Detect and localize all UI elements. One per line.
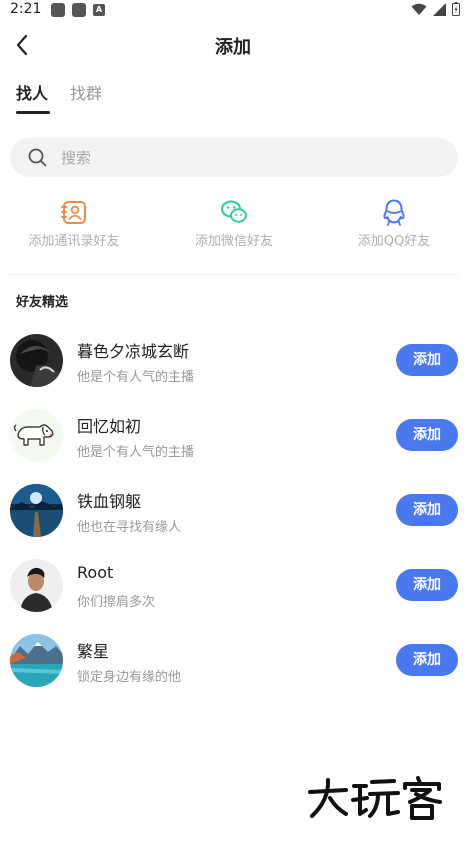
friend-subtitle: 他也在寻找有缘人 — [77, 520, 182, 535]
tab-label: 找群 — [70, 84, 103, 103]
search-input[interactable]: 搜索 — [10, 138, 458, 177]
friend-name: 繁星 — [77, 642, 110, 661]
watermark-logo — [308, 776, 442, 820]
avatar[interactable] — [10, 559, 63, 612]
notification-icon — [51, 3, 65, 17]
search-icon — [28, 148, 47, 167]
notification-icons: A — [51, 3, 105, 17]
contacts-icon — [61, 201, 86, 224]
avatar[interactable] — [10, 634, 63, 687]
friend-subtitle: 锁定身边有缘的他 — [77, 670, 182, 685]
system-icons — [411, 2, 460, 16]
tab-find-people[interactable]: 找人 — [16, 80, 50, 114]
divider — [10, 274, 458, 275]
friend-subtitle: 他是个有人气的主播 — [77, 370, 195, 385]
tab-active-indicator — [16, 111, 50, 114]
add-button[interactable]: 添加 — [396, 419, 458, 451]
add-button[interactable]: 添加 — [396, 344, 458, 376]
keyboard-notification-icon: A — [93, 4, 105, 16]
section-title: 好友精选 — [16, 295, 69, 310]
add-wechat-button[interactable]: 添加微信好友 — [154, 198, 314, 249]
tab-label: 找人 — [16, 84, 49, 103]
quick-action-label: 添加微信好友 — [194, 234, 273, 249]
friend-name: 铁血钢躯 — [77, 492, 142, 511]
list-item[interactable]: 暮色夕凉城玄断 他是个有人气的主播 添加 — [0, 330, 466, 405]
page-title: 添加 — [215, 37, 251, 58]
status-time: 2:21 — [10, 1, 42, 17]
qq-icon — [383, 199, 405, 226]
tab-find-groups[interactable]: 找群 — [70, 80, 102, 114]
friend-name: 暮色夕凉城玄断 — [77, 342, 190, 361]
list-item[interactable]: 回忆如初 他是个有人气的主播 添加 — [0, 405, 466, 480]
list-item[interactable]: 繁星 锁定身边有缘的他 添加 — [0, 630, 466, 705]
quick-action-label: 添加通讯录好友 — [28, 234, 120, 249]
friend-name: Root — [77, 563, 114, 582]
battery-icon — [452, 2, 460, 16]
status-bar: 2:21 A — [0, 0, 466, 20]
friend-subtitle: 你们擦肩多次 — [77, 595, 156, 610]
friend-subtitle: 他是个有人气的主播 — [77, 445, 195, 460]
signal-icon — [433, 2, 446, 16]
friend-name: 回忆如初 — [77, 417, 142, 436]
add-contacts-button[interactable]: 添加通讯录好友 — [0, 198, 154, 249]
add-qq-button[interactable]: 添加QQ好友 — [314, 198, 466, 249]
list-item[interactable]: 铁血钢躯 他也在寻找有缘人 添加 — [0, 480, 466, 555]
search-placeholder: 搜索 — [61, 149, 92, 167]
avatar[interactable] — [10, 484, 63, 537]
avatar[interactable] — [10, 409, 63, 462]
quick-actions: 添加通讯录好友 添加微信好友 添加QQ好友 — [0, 198, 466, 254]
quick-action-label: 添加QQ好友 — [357, 234, 431, 249]
list-item[interactable]: Root 你们擦肩多次 添加 — [0, 555, 466, 630]
friend-list: 暮色夕凉城玄断 他是个有人气的主播 添加 回忆如初 他是个有人气的主播 添加 铁… — [0, 330, 466, 705]
add-button[interactable]: 添加 — [396, 494, 458, 526]
nav-bar: 添加 — [0, 24, 466, 66]
notification-icon — [72, 3, 86, 17]
wechat-icon — [221, 200, 247, 223]
wifi-icon — [411, 3, 427, 15]
add-button[interactable]: 添加 — [396, 644, 458, 676]
avatar[interactable] — [10, 334, 63, 387]
add-button[interactable]: 添加 — [396, 569, 458, 601]
tab-bar: 找人 找群 — [16, 80, 102, 114]
